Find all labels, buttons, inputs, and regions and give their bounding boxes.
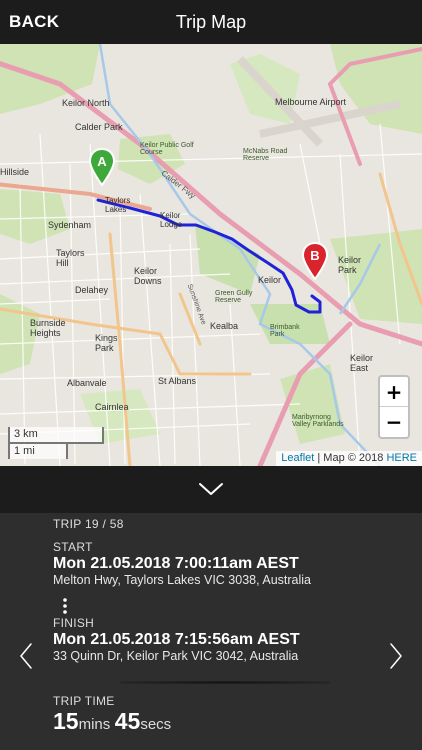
start-marker-label: A: [97, 154, 107, 169]
here-link[interactable]: HERE: [386, 452, 417, 464]
zoom-out-button[interactable]: −: [380, 407, 408, 437]
chevron-down-icon[interactable]: [198, 482, 224, 496]
map-label: Albanvale: [67, 378, 107, 388]
map-scale: 3 km 1 mi: [8, 427, 104, 459]
map-label: Brimbank Park: [270, 324, 300, 338]
scale-mi: 1 mi: [8, 442, 68, 459]
map-label: Kings Park: [95, 333, 118, 353]
more-dots-icon: [63, 598, 67, 614]
map-label: McNabs Road Reserve: [243, 148, 288, 162]
finish-address: 33 Quinn Dr, Keilor Park VIC 3042, Austr…: [53, 649, 299, 663]
map-label: Taylors Hill: [56, 248, 85, 268]
trip-duration: 15mins 45secs: [53, 708, 171, 735]
next-trip-arrow-icon[interactable]: [389, 642, 403, 670]
finish-datetime: Mon 21.05.2018 7:15:56am AEST: [53, 631, 300, 648]
map-label: Sydenham: [48, 220, 92, 230]
zoom-in-button[interactable]: +: [380, 377, 408, 407]
duration-seconds: 45: [114, 708, 141, 734]
map-label: Keilor East: [350, 353, 374, 373]
section-divider: [120, 681, 330, 684]
start-marker-icon[interactable]: A: [89, 148, 115, 186]
map-label: Taylors Lakes: [105, 196, 131, 214]
end-marker-label: B: [310, 248, 319, 263]
map-label: Keilor Public Golf Course: [140, 142, 194, 156]
map-label: Keilor: [258, 275, 282, 285]
page-title: Trip Map: [175, 12, 247, 32]
map-label: St Albans: [158, 376, 197, 386]
start-datetime: Mon 21.05.2018 7:00:11am AEST: [53, 555, 299, 572]
duration-minutes: 15: [53, 708, 79, 734]
map-label: Cairnlea: [95, 402, 129, 412]
map-label: Green Gully Reserve: [215, 290, 253, 304]
map-label: Keilor North: [62, 98, 110, 108]
map-label: Maribyrnong Valley Parklands: [292, 414, 344, 428]
map-label: Calder Park: [75, 122, 123, 132]
zoom-control: + −: [378, 375, 410, 439]
duration-minutes-unit: mins: [78, 716, 111, 733]
start-label: START: [53, 540, 93, 554]
trip-time-label: TRIP TIME: [53, 694, 115, 708]
map-attribution: Leaflet | Map © 2018 HERE: [276, 451, 422, 466]
trip-map[interactable]: Keilor North Calder Park Melbourne Airpo…: [0, 44, 422, 466]
map-label: Hillside: [0, 167, 30, 177]
finish-label: FINISH: [53, 616, 95, 630]
leaflet-link[interactable]: Leaflet: [281, 452, 314, 464]
top-bar: BACK Trip Map: [0, 0, 422, 44]
map-label: Keilor Lodge: [160, 211, 183, 229]
map-label: Delahey: [75, 285, 109, 295]
map-label: Melbourne Airport: [275, 97, 347, 107]
map-label: Burnside Heights: [30, 318, 66, 338]
map-label: Keilor Park: [338, 255, 362, 275]
attribution-text: | Map © 2018: [314, 452, 387, 464]
map-label: Keilor Downs: [134, 266, 162, 286]
map-label: Kealba: [210, 321, 239, 331]
trip-counter: TRIP 19 / 58: [53, 517, 124, 531]
duration-seconds-unit: secs: [140, 716, 172, 733]
end-marker-icon[interactable]: B: [302, 242, 328, 280]
previous-trip-arrow-icon[interactable]: [19, 642, 33, 670]
start-address: Melton Hwy, Taylors Lakes VIC 3038, Aust…: [53, 573, 311, 587]
